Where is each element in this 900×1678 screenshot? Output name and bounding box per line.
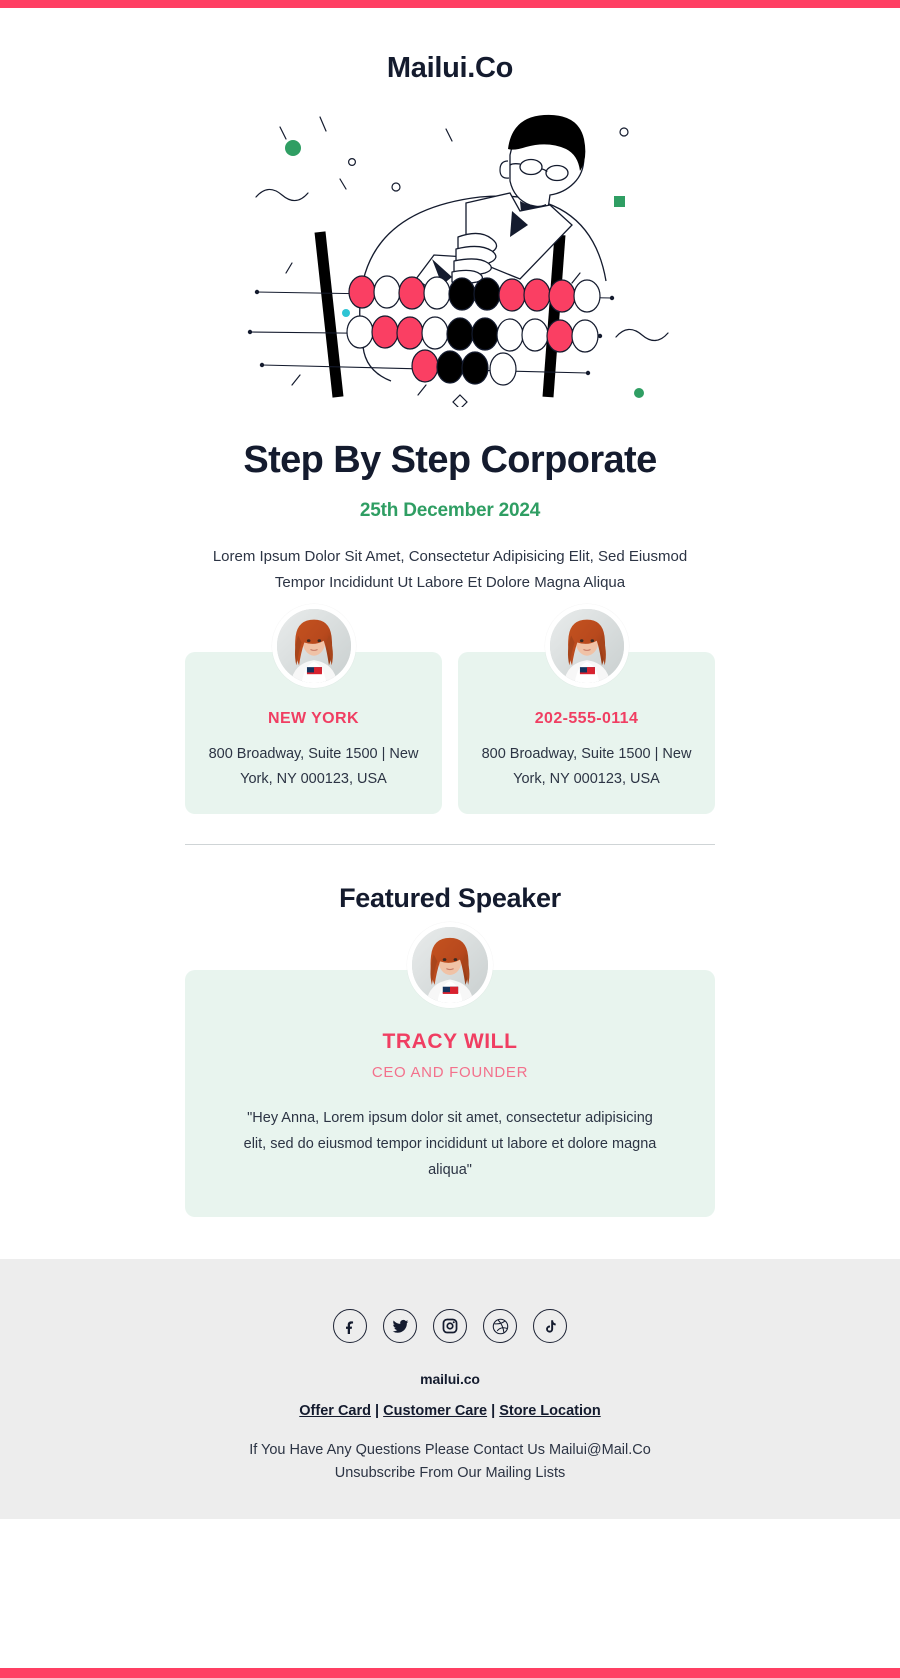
footer-links: Offer Card | Customer Care | Store Locat… (0, 1403, 900, 1419)
social-links (0, 1309, 900, 1343)
section-divider (185, 844, 715, 845)
facebook-icon[interactable] (333, 1309, 367, 1343)
page-title: Step By Step Corporate (243, 439, 657, 481)
avatar (271, 604, 356, 688)
footer-contact-note: If You Have Any Questions Please Contact… (0, 1439, 900, 1485)
footer-unsubscribe-line[interactable]: Unsubscribe From Our Mailing Lists (0, 1462, 900, 1485)
speaker-name: TRACY WILL (382, 1030, 518, 1053)
twitter-icon[interactable] (383, 1309, 417, 1343)
avatar (407, 922, 493, 1008)
speaker-role: CEO AND FOUNDER (371, 1064, 529, 1081)
intro-paragraph: Lorem Ipsum Dolor Sit Amet, Consectetur … (212, 548, 688, 591)
email-body: Mailui.Co Step By Step Corporate 25th De… (0, 8, 900, 1668)
speaker-card[interactable]: TRACY WILL CEO AND FOUNDER "Hey Anna, Lo… (185, 922, 715, 1217)
speaker-quote: "Hey Anna, Lorem ipsum dolor sit amet, c… (243, 1110, 657, 1178)
instagram-icon[interactable] (433, 1309, 467, 1343)
footer-link-customer-care[interactable]: Customer Care (383, 1403, 487, 1419)
dribbble-icon[interactable] (483, 1309, 517, 1343)
info-cards: NEW YORK 800 Broadway, Suite 1500 | New … (0, 604, 900, 814)
footer-link-offer-card[interactable]: Offer Card (299, 1403, 371, 1419)
footer-contact-line: If You Have Any Questions Please Contact… (249, 1442, 651, 1458)
footer-brand: mailui.co (420, 1371, 480, 1387)
info-card-location[interactable]: NEW YORK 800 Broadway, Suite 1500 | New … (185, 604, 442, 814)
bottom-accent-bar (0, 1668, 900, 1678)
brand-logo: Mailui.Co (386, 52, 514, 84)
info-card-phone[interactable]: 202-555-0114 800 Broadway, Suite 1500 | … (458, 604, 715, 814)
info-card-title: NEW YORK (268, 710, 359, 727)
avatar (544, 604, 629, 688)
footer: mailui.co Offer Card | Customer Care | S… (0, 1259, 900, 1519)
avatar-holder (407, 922, 493, 1008)
footer-link-separator: | (375, 1403, 380, 1419)
footer-link-store-location[interactable]: Store Location (499, 1403, 601, 1419)
info-card-title: 202-555-0114 (534, 710, 639, 727)
info-card-address: 800 Broadway, Suite 1500 | New York, NY … (481, 746, 692, 787)
featured-speaker-heading: Featured Speaker (339, 883, 561, 913)
footer-link-separator: | (491, 1403, 496, 1419)
avatar-holder (544, 604, 629, 688)
tiktok-icon[interactable] (533, 1309, 567, 1343)
featured-speaker-section: TRACY WILL CEO AND FOUNDER "Hey Anna, Lo… (0, 922, 900, 1217)
hero-illustration (0, 107, 900, 407)
avatar-holder (271, 604, 356, 688)
top-accent-bar (0, 0, 900, 8)
info-card-address: 800 Broadway, Suite 1500 | New York, NY … (208, 746, 419, 787)
email-page: Mailui.Co Step By Step Corporate 25th De… (0, 0, 900, 1678)
event-date: 25th December 2024 (359, 500, 541, 521)
